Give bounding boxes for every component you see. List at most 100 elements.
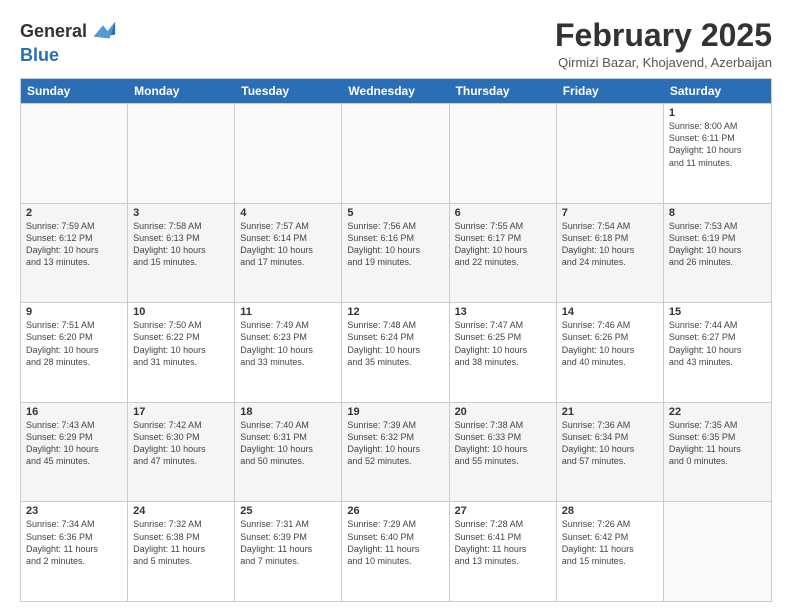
day-number: 9 bbox=[26, 306, 122, 318]
day-info: Sunrise: 7:44 AM Sunset: 6:27 PM Dayligh… bbox=[669, 319, 766, 368]
day-number: 19 bbox=[347, 406, 443, 418]
calendar-row-5: 23Sunrise: 7:34 AM Sunset: 6:36 PM Dayli… bbox=[21, 501, 771, 601]
day-info: Sunrise: 7:28 AM Sunset: 6:41 PM Dayligh… bbox=[455, 518, 551, 567]
day-number: 28 bbox=[562, 505, 658, 517]
day-info: Sunrise: 7:36 AM Sunset: 6:34 PM Dayligh… bbox=[562, 419, 658, 468]
calendar-day-14: 14Sunrise: 7:46 AM Sunset: 6:26 PM Dayli… bbox=[557, 303, 664, 402]
calendar-day-23: 23Sunrise: 7:34 AM Sunset: 6:36 PM Dayli… bbox=[21, 502, 128, 601]
day-info: Sunrise: 7:58 AM Sunset: 6:13 PM Dayligh… bbox=[133, 220, 229, 269]
calendar-day-4: 4Sunrise: 7:57 AM Sunset: 6:14 PM Daylig… bbox=[235, 204, 342, 303]
logo-blue: Blue bbox=[20, 46, 117, 66]
logo-general: General bbox=[20, 22, 87, 42]
calendar: SundayMondayTuesdayWednesdayThursdayFrid… bbox=[20, 78, 772, 602]
location: Qirmizi Bazar, Khojavend, Azerbaijan bbox=[555, 55, 772, 70]
day-info: Sunrise: 7:35 AM Sunset: 6:35 PM Dayligh… bbox=[669, 419, 766, 468]
calendar-day-25: 25Sunrise: 7:31 AM Sunset: 6:39 PM Dayli… bbox=[235, 502, 342, 601]
calendar-day-22: 22Sunrise: 7:35 AM Sunset: 6:35 PM Dayli… bbox=[664, 403, 771, 502]
day-info: Sunrise: 7:34 AM Sunset: 6:36 PM Dayligh… bbox=[26, 518, 122, 567]
calendar-empty-cell bbox=[342, 104, 449, 203]
calendar-empty-cell bbox=[128, 104, 235, 203]
day-number: 23 bbox=[26, 505, 122, 517]
day-number: 6 bbox=[455, 207, 551, 219]
title-area: February 2025 Qirmizi Bazar, Khojavend, … bbox=[555, 18, 772, 70]
day-number: 25 bbox=[240, 505, 336, 517]
day-info: Sunrise: 7:57 AM Sunset: 6:14 PM Dayligh… bbox=[240, 220, 336, 269]
day-number: 2 bbox=[26, 207, 122, 219]
day-info: Sunrise: 7:49 AM Sunset: 6:23 PM Dayligh… bbox=[240, 319, 336, 368]
day-info: Sunrise: 7:42 AM Sunset: 6:30 PM Dayligh… bbox=[133, 419, 229, 468]
day-number: 4 bbox=[240, 207, 336, 219]
weekday-header-thursday: Thursday bbox=[450, 79, 557, 103]
calendar-day-21: 21Sunrise: 7:36 AM Sunset: 6:34 PM Dayli… bbox=[557, 403, 664, 502]
day-info: Sunrise: 7:26 AM Sunset: 6:42 PM Dayligh… bbox=[562, 518, 658, 567]
calendar-day-9: 9Sunrise: 7:51 AM Sunset: 6:20 PM Daylig… bbox=[21, 303, 128, 402]
logo-bird-icon bbox=[89, 18, 117, 46]
calendar-empty-cell bbox=[21, 104, 128, 203]
day-info: Sunrise: 7:39 AM Sunset: 6:32 PM Dayligh… bbox=[347, 419, 443, 468]
calendar-day-2: 2Sunrise: 7:59 AM Sunset: 6:12 PM Daylig… bbox=[21, 204, 128, 303]
day-info: Sunrise: 7:53 AM Sunset: 6:19 PM Dayligh… bbox=[669, 220, 766, 269]
calendar-empty-cell bbox=[450, 104, 557, 203]
day-info: Sunrise: 7:50 AM Sunset: 6:22 PM Dayligh… bbox=[133, 319, 229, 368]
weekday-header-monday: Monday bbox=[128, 79, 235, 103]
day-info: Sunrise: 7:55 AM Sunset: 6:17 PM Dayligh… bbox=[455, 220, 551, 269]
calendar-day-11: 11Sunrise: 7:49 AM Sunset: 6:23 PM Dayli… bbox=[235, 303, 342, 402]
header: General Blue February 2025 Qirmizi Bazar… bbox=[20, 18, 772, 70]
day-number: 13 bbox=[455, 306, 551, 318]
day-number: 11 bbox=[240, 306, 336, 318]
calendar-day-12: 12Sunrise: 7:48 AM Sunset: 6:24 PM Dayli… bbox=[342, 303, 449, 402]
day-number: 26 bbox=[347, 505, 443, 517]
day-info: Sunrise: 7:56 AM Sunset: 6:16 PM Dayligh… bbox=[347, 220, 443, 269]
day-number: 7 bbox=[562, 207, 658, 219]
day-number: 20 bbox=[455, 406, 551, 418]
day-number: 16 bbox=[26, 406, 122, 418]
day-number: 21 bbox=[562, 406, 658, 418]
day-info: Sunrise: 7:48 AM Sunset: 6:24 PM Dayligh… bbox=[347, 319, 443, 368]
calendar-header: SundayMondayTuesdayWednesdayThursdayFrid… bbox=[21, 79, 771, 103]
day-info: Sunrise: 7:46 AM Sunset: 6:26 PM Dayligh… bbox=[562, 319, 658, 368]
calendar-empty-cell bbox=[664, 502, 771, 601]
day-info: Sunrise: 7:31 AM Sunset: 6:39 PM Dayligh… bbox=[240, 518, 336, 567]
day-info: Sunrise: 7:51 AM Sunset: 6:20 PM Dayligh… bbox=[26, 319, 122, 368]
day-info: Sunrise: 7:54 AM Sunset: 6:18 PM Dayligh… bbox=[562, 220, 658, 269]
calendar-day-5: 5Sunrise: 7:56 AM Sunset: 6:16 PM Daylig… bbox=[342, 204, 449, 303]
day-info: Sunrise: 7:38 AM Sunset: 6:33 PM Dayligh… bbox=[455, 419, 551, 468]
day-number: 15 bbox=[669, 306, 766, 318]
day-number: 18 bbox=[240, 406, 336, 418]
calendar-day-8: 8Sunrise: 7:53 AM Sunset: 6:19 PM Daylig… bbox=[664, 204, 771, 303]
day-number: 27 bbox=[455, 505, 551, 517]
day-number: 5 bbox=[347, 207, 443, 219]
calendar-day-24: 24Sunrise: 7:32 AM Sunset: 6:38 PM Dayli… bbox=[128, 502, 235, 601]
calendar-day-19: 19Sunrise: 7:39 AM Sunset: 6:32 PM Dayli… bbox=[342, 403, 449, 502]
calendar-day-20: 20Sunrise: 7:38 AM Sunset: 6:33 PM Dayli… bbox=[450, 403, 557, 502]
day-info: Sunrise: 7:47 AM Sunset: 6:25 PM Dayligh… bbox=[455, 319, 551, 368]
day-info: Sunrise: 7:59 AM Sunset: 6:12 PM Dayligh… bbox=[26, 220, 122, 269]
day-number: 3 bbox=[133, 207, 229, 219]
calendar-day-3: 3Sunrise: 7:58 AM Sunset: 6:13 PM Daylig… bbox=[128, 204, 235, 303]
day-info: Sunrise: 8:00 AM Sunset: 6:11 PM Dayligh… bbox=[669, 120, 766, 169]
calendar-day-7: 7Sunrise: 7:54 AM Sunset: 6:18 PM Daylig… bbox=[557, 204, 664, 303]
calendar-empty-cell bbox=[235, 104, 342, 203]
calendar-day-13: 13Sunrise: 7:47 AM Sunset: 6:25 PM Dayli… bbox=[450, 303, 557, 402]
day-number: 24 bbox=[133, 505, 229, 517]
day-number: 1 bbox=[669, 107, 766, 119]
calendar-day-1: 1Sunrise: 8:00 AM Sunset: 6:11 PM Daylig… bbox=[664, 104, 771, 203]
calendar-day-15: 15Sunrise: 7:44 AM Sunset: 6:27 PM Dayli… bbox=[664, 303, 771, 402]
month-title: February 2025 bbox=[555, 18, 772, 53]
day-info: Sunrise: 7:32 AM Sunset: 6:38 PM Dayligh… bbox=[133, 518, 229, 567]
calendar-row-1: 1Sunrise: 8:00 AM Sunset: 6:11 PM Daylig… bbox=[21, 103, 771, 203]
calendar-day-10: 10Sunrise: 7:50 AM Sunset: 6:22 PM Dayli… bbox=[128, 303, 235, 402]
day-info: Sunrise: 7:29 AM Sunset: 6:40 PM Dayligh… bbox=[347, 518, 443, 567]
calendar-day-27: 27Sunrise: 7:28 AM Sunset: 6:41 PM Dayli… bbox=[450, 502, 557, 601]
day-number: 22 bbox=[669, 406, 766, 418]
calendar-empty-cell bbox=[557, 104, 664, 203]
page: General Blue February 2025 Qirmizi Bazar… bbox=[0, 0, 792, 612]
day-number: 8 bbox=[669, 207, 766, 219]
calendar-day-26: 26Sunrise: 7:29 AM Sunset: 6:40 PM Dayli… bbox=[342, 502, 449, 601]
logo: General Blue bbox=[20, 18, 117, 66]
calendar-row-4: 16Sunrise: 7:43 AM Sunset: 6:29 PM Dayli… bbox=[21, 402, 771, 502]
weekday-header-friday: Friday bbox=[557, 79, 664, 103]
weekday-header-sunday: Sunday bbox=[21, 79, 128, 103]
day-number: 10 bbox=[133, 306, 229, 318]
calendar-day-16: 16Sunrise: 7:43 AM Sunset: 6:29 PM Dayli… bbox=[21, 403, 128, 502]
